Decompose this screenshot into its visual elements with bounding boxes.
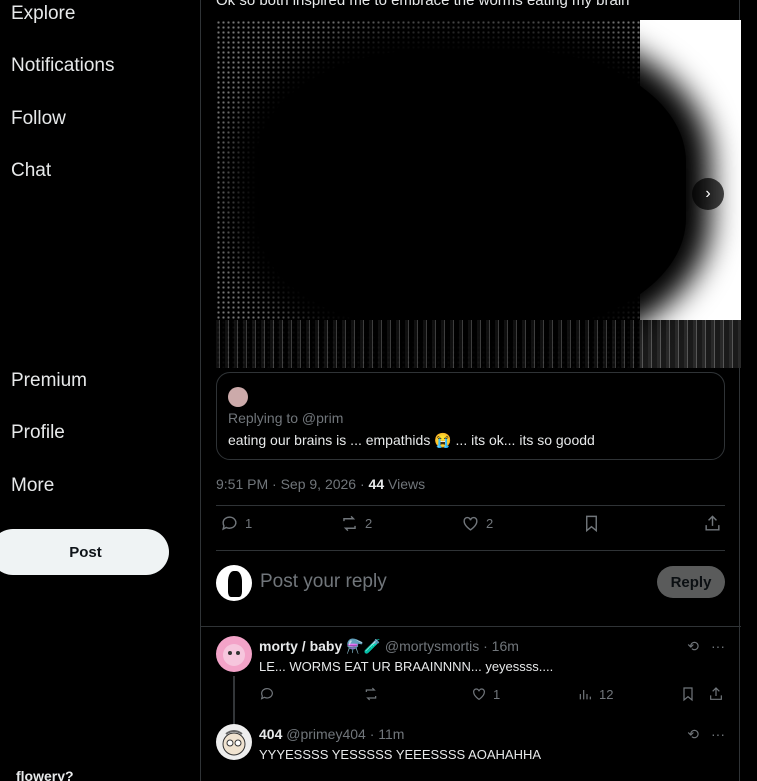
reply-button[interactable]: Reply: [657, 566, 725, 598]
section-divider: [201, 626, 741, 627]
quote-text: eating our brains is ... empathids 😭 ...…: [228, 432, 595, 448]
reply-icon: [222, 516, 237, 531]
sidebar-item-profile[interactable]: Profile: [11, 422, 65, 444]
reply-text: LE... WORMS EAT UR BRAAINNNN... yeyessss…: [259, 659, 554, 674]
tweet-meta: 9:51 PM · Sep 9, 2026 · 44 Views: [216, 476, 425, 492]
sidebar-nav: Explore Notifications Follow Chat Premiu…: [0, 0, 200, 781]
reply-composer: Post your reply Reply: [216, 562, 725, 606]
reply-author[interactable]: morty / baby ⚗️🧪 @mortysmortis · 16m: [259, 638, 519, 655]
repost-icon: [343, 515, 356, 532]
sidebar-item-premium[interactable]: Premium: [11, 370, 87, 392]
heart-icon: [473, 688, 485, 701]
tweet-timestamp[interactable]: 9:51 PM · Sep 9, 2026 ·: [216, 476, 369, 492]
more-icon[interactable]: ···: [711, 638, 725, 655]
account-switcher[interactable]: flowery?: [16, 768, 74, 781]
sidebar-item-follow[interactable]: Follow: [11, 108, 66, 130]
reply-actions: 1 12: [259, 686, 725, 704]
tweet-actions: 1 2 2: [216, 514, 725, 542]
reply-tools: ⟲ ···: [687, 726, 725, 743]
share-icon: [710, 687, 722, 700]
more-icon[interactable]: ···: [711, 726, 725, 743]
repost-icon: [365, 687, 377, 701]
like-count: 2: [486, 516, 494, 531]
bookmark-action[interactable]: [680, 686, 696, 702]
media-bottom-strip: [216, 320, 741, 368]
reply-handle[interactable]: @mortysmortis · 16m: [385, 638, 519, 654]
reply-handle[interactable]: @primey404 · 11m: [286, 726, 404, 742]
app-root: Explore Notifications Follow Chat Premiu…: [0, 0, 757, 781]
sidebar-item-explore[interactable]: Explore: [11, 3, 75, 25]
analytics-icon: [579, 690, 591, 700]
quote-avatar: [228, 387, 248, 407]
sidebar-item-chat[interactable]: Chat: [11, 160, 51, 182]
media-dark-center: [256, 50, 686, 330]
list-item[interactable]: morty / baby ⚗️🧪 @mortysmortis · 16m ⟲ ·…: [216, 628, 725, 724]
like-action[interactable]: 1: [471, 686, 500, 702]
tweet-text: Ok so both inspired me to embrace the wo…: [216, 0, 630, 9]
quote-replying-to: Replying to @prim: [228, 410, 344, 426]
avatar-illustration: [222, 730, 246, 756]
like-action[interactable]: 2: [461, 514, 493, 533]
views-count: 12: [599, 686, 614, 702]
share-action[interactable]: [703, 514, 722, 533]
views-label: Views: [384, 476, 426, 492]
reply-tools: ⟲ ···: [687, 638, 725, 655]
reply-count: 1: [245, 516, 253, 531]
repost-action[interactable]: [363, 686, 379, 702]
divider: [216, 505, 725, 506]
views-count: 44: [368, 476, 385, 492]
reply-input[interactable]: Post your reply: [260, 571, 387, 593]
reply-icon: [260, 688, 273, 700]
main-column: Ok so both inspired me to embrace the wo…: [200, 0, 741, 781]
sidebar-item-notifications[interactable]: Notifications: [11, 55, 115, 77]
reply-author[interactable]: 404 @primey404 · 11m: [259, 726, 404, 742]
reply-author-name[interactable]: morty / baby ⚗️🧪: [259, 638, 381, 654]
avatar[interactable]: [216, 724, 252, 760]
sidebar-item-more[interactable]: More: [11, 475, 54, 497]
bookmark-action[interactable]: [582, 514, 601, 533]
heart-icon: [463, 516, 478, 531]
post-button[interactable]: Post: [0, 529, 169, 575]
grok-icon[interactable]: ⟲: [687, 726, 699, 743]
share-action[interactable]: [708, 686, 724, 702]
divider: [216, 550, 725, 551]
repost-count: 2: [365, 516, 373, 531]
views-action[interactable]: 12: [577, 686, 613, 702]
list-item[interactable]: 404 @primey404 · 11m ⟲ ··· YYYESSSS YESS…: [216, 716, 725, 781]
reply-text: YYYESSSS YESSSSS YEEESSSS AOAHAHHA: [259, 747, 542, 762]
reply-action[interactable]: 1: [220, 514, 252, 533]
tweet-media-image[interactable]: ›: [216, 20, 741, 368]
share-icon: [705, 515, 720, 531]
like-count: 1: [493, 686, 501, 702]
next-image-icon[interactable]: ›: [692, 178, 724, 210]
avatar[interactable]: [216, 636, 252, 672]
avatar-illustration: [223, 644, 245, 666]
grok-icon[interactable]: ⟲: [687, 638, 699, 655]
avatar[interactable]: [216, 565, 252, 601]
bookmark-icon: [683, 687, 693, 702]
reply-action[interactable]: [259, 686, 275, 702]
reply-author-name[interactable]: 404: [259, 726, 282, 742]
repost-action[interactable]: 2: [340, 514, 372, 533]
bookmark-icon: [586, 515, 597, 533]
quoted-post[interactable]: Replying to @prim eating our brains is .…: [216, 372, 725, 460]
